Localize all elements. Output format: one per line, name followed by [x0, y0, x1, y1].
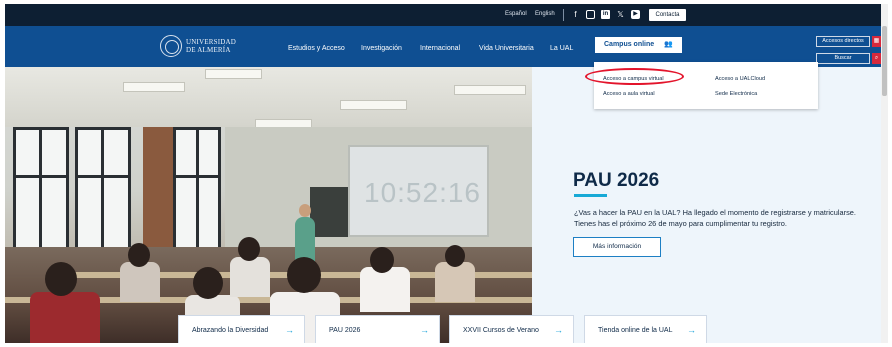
- logo-line-2: DE ALMERÍA: [186, 46, 231, 54]
- hero-description: ¿Vas a hacer la PAU en la UAL? Ha llegad…: [574, 208, 856, 228]
- student-head: [370, 247, 394, 273]
- photo-ceiling: [5, 67, 532, 127]
- student-figure: [120, 262, 160, 302]
- student-head: [128, 243, 150, 267]
- university-seal-logo[interactable]: [160, 35, 182, 57]
- card-label: XXVII Cursos de Verano: [463, 327, 539, 334]
- ceiling-light: [123, 82, 185, 92]
- youtube-icon[interactable]: ▶: [631, 10, 640, 19]
- university-logo-text[interactable]: UNIVERSIDAD DE ALMERÍA: [186, 38, 236, 54]
- arrow-right-icon: →: [285, 325, 294, 335]
- teacher-head: [299, 204, 311, 217]
- lang-espanol-link[interactable]: Español: [505, 11, 527, 17]
- projection-screen: 10:52:16: [348, 145, 489, 237]
- users-icon: 👥: [664, 41, 673, 48]
- hero-title: PAU 2026: [573, 170, 660, 191]
- nav-item-internacional[interactable]: Internacional: [420, 45, 460, 52]
- card-label: Tienda online de la UAL: [598, 327, 673, 334]
- student-head: [45, 262, 77, 296]
- card-cursos-verano[interactable]: XXVII Cursos de Verano →: [449, 315, 574, 343]
- separator: [563, 9, 564, 21]
- ceiling-light: [454, 85, 526, 95]
- card-abrazando-diversidad[interactable]: Abrazando la Diversidad →: [178, 315, 305, 343]
- browser-viewport: Español English f in 𝕏 ▶ Contacta UNIVER…: [5, 4, 881, 343]
- arrow-right-icon: →: [687, 325, 696, 335]
- classroom-window: [13, 127, 69, 267]
- student-head: [193, 267, 223, 299]
- nav-item-la-ual[interactable]: La UAL: [550, 45, 573, 52]
- projected-clock: 10:52:16: [364, 177, 481, 208]
- classroom-window: [75, 127, 131, 267]
- dropdown-item-ualcloud[interactable]: Acceso a UALCloud: [715, 76, 765, 82]
- campus-online-label: Campus online: [604, 41, 655, 48]
- campus-online-button[interactable]: Campus online 👥: [595, 37, 682, 53]
- vertical-scrollbar[interactable]: [881, 4, 888, 343]
- scrollbar-thumb[interactable]: [882, 26, 887, 96]
- lang-english-link[interactable]: English: [535, 11, 555, 17]
- arrow-right-icon: →: [420, 325, 429, 335]
- classroom-window: [173, 127, 221, 267]
- card-label: PAU 2026: [329, 327, 361, 334]
- contact-button[interactable]: Contacta: [649, 9, 686, 21]
- highlight-annotation: [585, 68, 684, 85]
- arrow-right-icon: →: [554, 325, 563, 335]
- main-navigation: UNIVERSIDAD DE ALMERÍA Estudios y Acceso…: [5, 26, 881, 67]
- top-utility-bar: Español English f in 𝕏 ▶ Contacta: [5, 4, 881, 26]
- card-tienda-online[interactable]: Tienda online de la UAL →: [584, 315, 707, 343]
- facebook-icon[interactable]: f: [571, 10, 580, 19]
- student-figure: [30, 292, 100, 343]
- student-head: [445, 245, 465, 267]
- blackboard: [310, 187, 350, 237]
- nav-item-estudios[interactable]: Estudios y Acceso: [288, 45, 345, 52]
- card-label: Abrazando la Diversidad: [192, 327, 269, 334]
- dropdown-item-sede-electronica[interactable]: Sede Electrónica: [715, 91, 757, 97]
- student-figure: [360, 267, 410, 312]
- classroom-photo: 10:52:16: [5, 67, 532, 343]
- linkedin-icon[interactable]: in: [601, 10, 610, 19]
- nav-item-vida-universitaria[interactable]: Vida Universitaria: [479, 45, 534, 52]
- search-icon[interactable]: ⌕: [872, 53, 881, 64]
- card-pau-2026[interactable]: PAU 2026 →: [315, 315, 440, 343]
- x-icon[interactable]: 𝕏: [616, 10, 625, 19]
- student-figure: [435, 262, 475, 302]
- student-figure: [230, 257, 270, 297]
- accesos-directos-button[interactable]: Accesos directos: [816, 36, 870, 47]
- ceiling-light: [340, 100, 407, 110]
- title-accent-rule: [574, 194, 607, 197]
- dropdown-item-aula-virtual[interactable]: Acceso a aula virtual: [603, 91, 655, 97]
- teacher-figure: [295, 217, 315, 262]
- instagram-icon[interactable]: [586, 10, 595, 19]
- student-head: [238, 237, 260, 261]
- logo-line-1: UNIVERSIDAD: [186, 38, 237, 46]
- nav-item-investigacion[interactable]: Investigación: [361, 45, 402, 52]
- buscar-button[interactable]: Buscar: [816, 53, 870, 64]
- grid-icon[interactable]: ▦: [872, 36, 881, 47]
- student-head: [287, 257, 321, 293]
- more-info-button[interactable]: Más información: [573, 237, 661, 257]
- ceiling-light: [205, 69, 262, 79]
